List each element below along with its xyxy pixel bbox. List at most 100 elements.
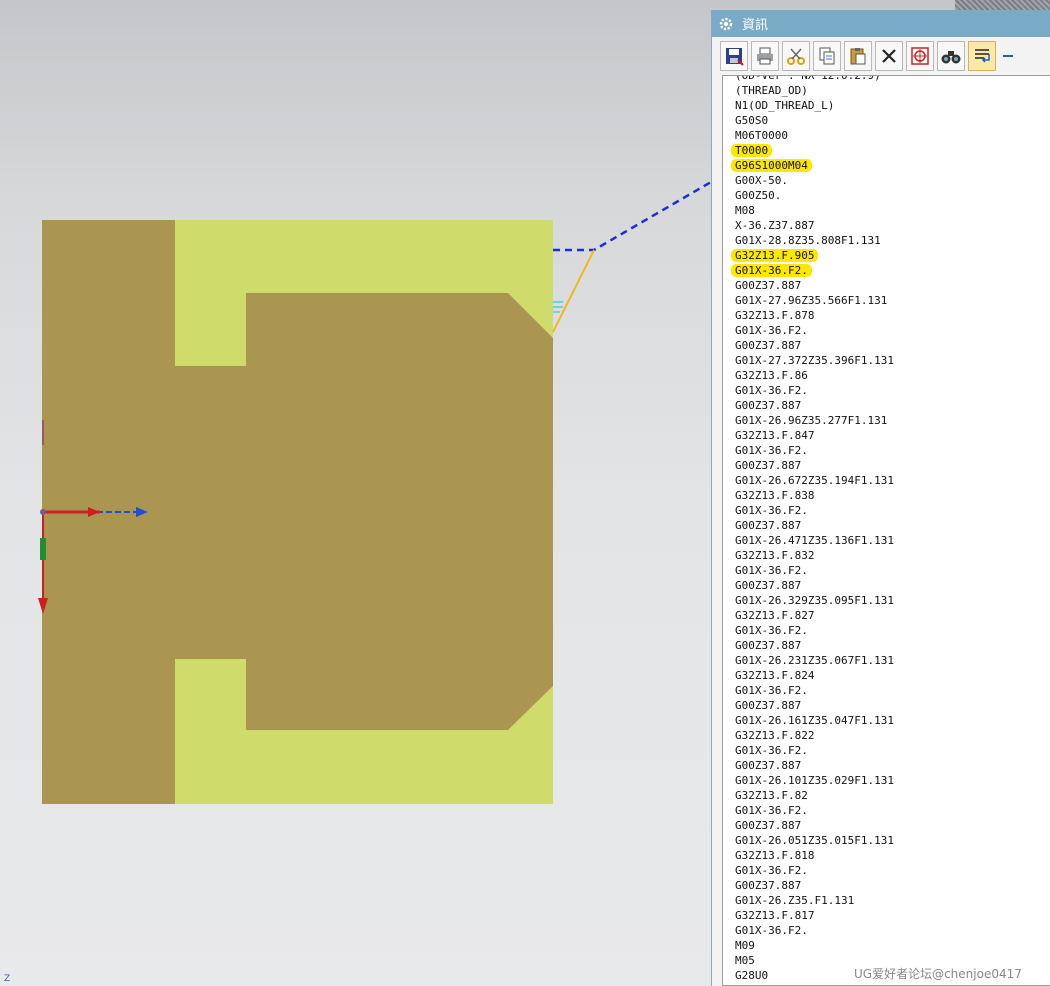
code-line: G32Z13.F.847	[735, 428, 894, 443]
code-text: G00Z37.887	[735, 279, 802, 292]
code-text: G01X-36.F2.	[735, 924, 808, 937]
code-line: G32Z13.F.817	[735, 908, 894, 923]
code-text: G32Z13.F.82	[735, 789, 808, 802]
code-text: G32Z13.F.878	[735, 309, 815, 322]
code-line: G01X-27.96Z35.566F1.131	[735, 293, 894, 308]
code-line: G01X-28.8Z35.808F1.131	[735, 233, 894, 248]
paste-button[interactable]	[844, 41, 872, 71]
code-text: G01X-36.F2.	[735, 864, 808, 877]
code-text: X-36.Z37.887	[735, 219, 815, 232]
code-text: G01X-27.372Z35.396F1.131	[735, 354, 894, 367]
copy-button[interactable]	[813, 41, 841, 71]
code-text: G01X-28.8Z35.808F1.131	[735, 234, 881, 247]
code-line: G32Z13.F.827	[735, 608, 894, 623]
code-line: X-36.Z37.887	[735, 218, 894, 233]
code-line: G00Z37.887	[735, 398, 894, 413]
code-line: G01X-26.161Z35.047F1.131	[735, 713, 894, 728]
code-line: G01X-36.F2.	[735, 323, 894, 338]
code-text: G32Z13.F.86	[735, 369, 808, 382]
code-line: G01X-26.96Z35.277F1.131	[735, 413, 894, 428]
code-line: G96S1000M04	[731, 158, 894, 173]
wrap-text-button[interactable]	[968, 41, 996, 71]
code-line: G01X-27.372Z35.396F1.131	[735, 353, 894, 368]
code-text: G01X-36.F2.	[735, 624, 808, 637]
code-line: G32Z13.F.822	[735, 728, 894, 743]
code-line: G00Z37.887	[735, 818, 894, 833]
code-line: G01X-36.F2.	[731, 263, 894, 278]
code-text: M09	[735, 939, 755, 952]
code-line: G01X-26.471Z35.136F1.131	[735, 533, 894, 548]
code-text: G50S0	[735, 114, 769, 127]
code-text: G00Z37.887	[735, 459, 802, 472]
code-text: G01X-26.471Z35.136F1.131	[735, 534, 894, 547]
code-line: G32Z13.F.832	[735, 548, 894, 563]
code-line: G00Z50.	[735, 188, 894, 203]
code-text: (OD-Ver . NX 12.0.2.9)	[735, 75, 881, 82]
code-text: M08	[735, 204, 755, 217]
code-text: G01X-26.161Z35.047F1.131	[735, 714, 894, 727]
code-line: G00Z37.887	[735, 638, 894, 653]
code-line: G32Z13.F.905	[731, 248, 894, 263]
code-text: G00Z37.887	[735, 759, 802, 772]
copy-icon	[819, 47, 835, 65]
code-text: G01X-36.F2.	[735, 324, 808, 337]
code-line: G01X-36.F2.	[735, 803, 894, 818]
code-line: G00Z37.887	[735, 338, 894, 353]
code-line: G32Z13.F.824	[735, 668, 894, 683]
code-text: G01X-26.96Z35.277F1.131	[735, 414, 888, 427]
code-text: M05	[735, 954, 755, 967]
code-text: G00Z37.887	[735, 519, 802, 532]
target-icon	[911, 47, 929, 65]
code-line: G01X-36.F2.	[735, 443, 894, 458]
cut-button[interactable]	[782, 41, 810, 71]
target-button[interactable]	[906, 41, 934, 71]
code-text: G00Z37.887	[735, 339, 802, 352]
code-text: G32Z13.F.824	[735, 669, 815, 682]
code-text: G01X-26.101Z35.029F1.131	[735, 774, 894, 787]
code-text: G00Z37.887	[735, 399, 802, 412]
code-text: M06T0000	[735, 129, 788, 142]
code-line: M08	[735, 203, 894, 218]
find-button[interactable]	[937, 41, 965, 71]
code-text: G00Z37.887	[735, 879, 802, 892]
code-line: G01X-36.F2.	[735, 863, 894, 878]
code-text: G01X-26.672Z35.194F1.131	[735, 474, 894, 487]
code-line: G00Z37.887	[735, 698, 894, 713]
print-button[interactable]	[751, 41, 779, 71]
code-text: G01X-36.F2.	[735, 504, 808, 517]
code-line: G00Z37.887	[735, 278, 894, 293]
gear-icon	[719, 17, 733, 30]
cut-icon	[787, 48, 805, 65]
code-line: T0000	[731, 143, 894, 158]
code-line: G32Z13.F.818	[735, 848, 894, 863]
paste-icon	[850, 48, 866, 65]
view-axis-label: Z	[4, 974, 11, 984]
code-text: G01X-27.96Z35.566F1.131	[735, 294, 888, 307]
toolbar	[712, 37, 1050, 75]
code-text: G01X-26.329Z35.095F1.131	[735, 594, 894, 607]
code-text: G01X-36.F2.	[735, 564, 808, 577]
code-line: G01X-26.101Z35.029F1.131	[735, 773, 894, 788]
highlighted-code-text: G32Z13.F.905	[731, 249, 819, 262]
code-text: G32Z13.F.817	[735, 909, 815, 922]
code-line: G01X-26.Z35.F1.131	[735, 893, 894, 908]
delete-icon	[882, 49, 896, 63]
code-text: G00Z37.887	[735, 579, 802, 592]
window-title-bar[interactable]: 資訊	[712, 10, 1050, 37]
toolpath-line	[553, 180, 712, 252]
code-line: M06T0000	[735, 128, 894, 143]
print-icon	[757, 47, 773, 65]
information-window[interactable]: 資訊 (OD-Ver . NX 12.0.2.9) (THREAD_OD) N1…	[711, 10, 1050, 986]
delete-button[interactable]	[875, 41, 903, 71]
binoculars-icon	[941, 51, 961, 64]
save-button[interactable]	[720, 41, 748, 71]
information-text-area[interactable]: (OD-Ver . NX 12.0.2.9) (THREAD_OD) N1(OD_T…	[722, 75, 1050, 986]
code-line: G01X-36.F2.	[735, 383, 894, 398]
code-line: G01X-36.F2.	[735, 503, 894, 518]
code-text: G32Z13.F.818	[735, 849, 815, 862]
code-text: (THREAD_OD)	[735, 84, 808, 97]
code-line: G01X-36.F2.	[735, 743, 894, 758]
code-line: G00Z37.887	[735, 758, 894, 773]
code-line: G00X-50.	[735, 173, 894, 188]
code-line: G01X-36.F2.	[735, 683, 894, 698]
